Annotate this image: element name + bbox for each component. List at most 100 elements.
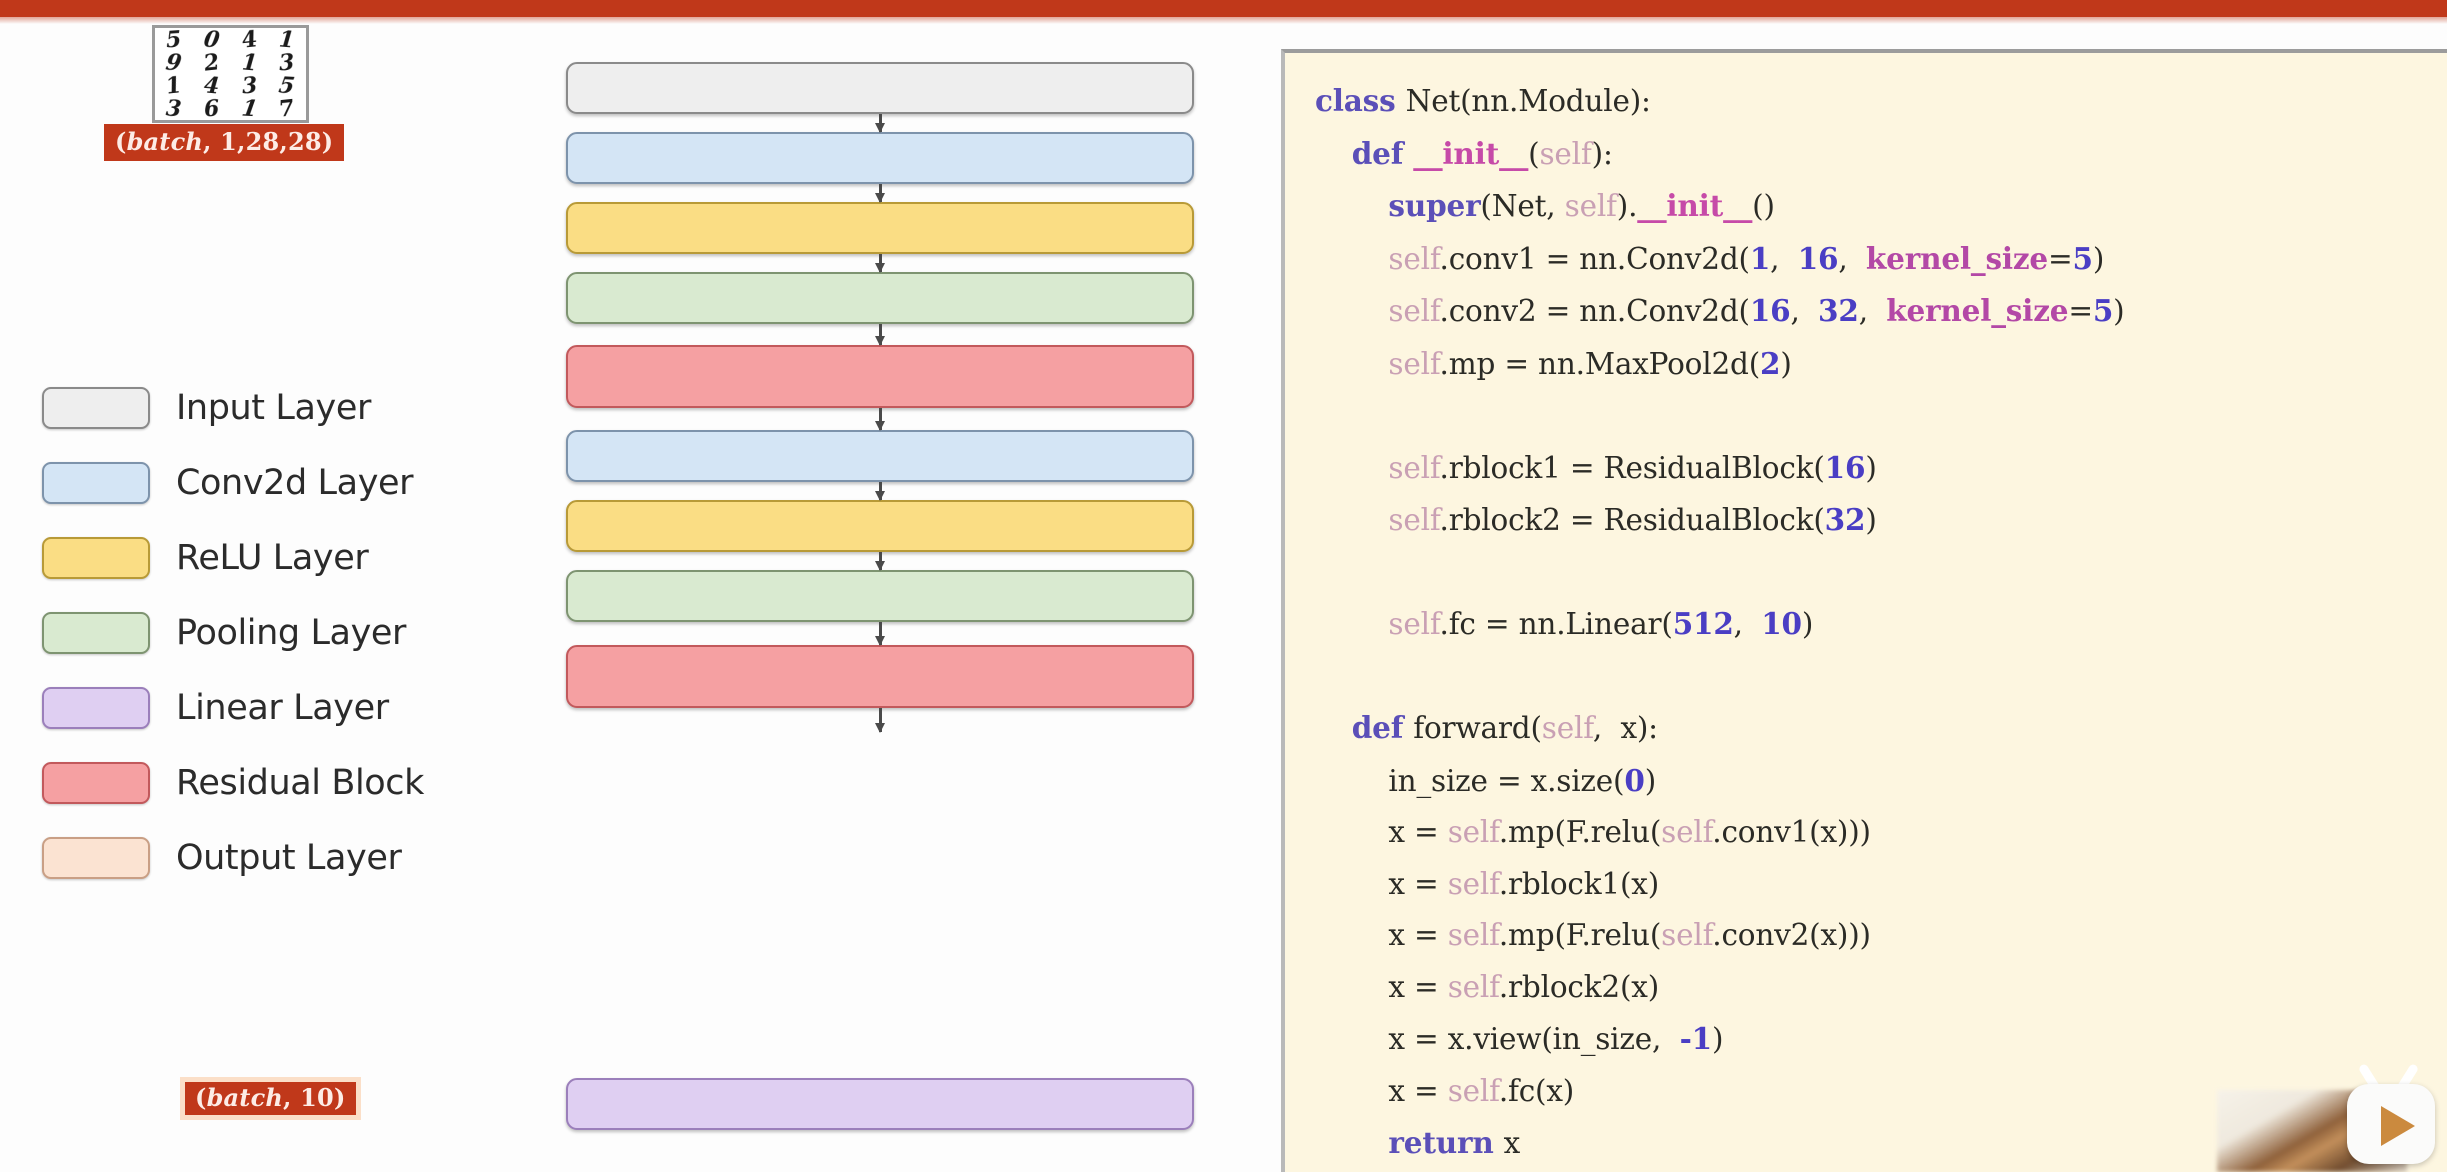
- python-source-code: class Net(nn.Module): def __init__(self)…: [1315, 75, 2447, 1170]
- code-token-plain: ): [1865, 503, 1877, 537]
- mnist-digit: 3: [278, 48, 296, 77]
- flow-box-residual-block: [566, 645, 1194, 708]
- code-token-slf: self: [1564, 189, 1617, 223]
- code-token-plain: ): [1644, 763, 1657, 798]
- legend-swatch-icon: [42, 612, 150, 654]
- code-token-plain: ).: [1616, 189, 1638, 223]
- code-token-num: 10: [1761, 606, 1802, 641]
- code-token-kw: def: [1351, 710, 1414, 745]
- code-token-plain: x =: [1315, 969, 1448, 1004]
- legend-item-label: Pooling Layer: [176, 613, 407, 653]
- top-accent-bar-glow: [0, 17, 2447, 24]
- flow-arrow: [875, 184, 885, 203]
- legend-item-linear-layer: Linear Layer: [42, 679, 502, 737]
- flow-box-input-layer: [566, 62, 1194, 114]
- code-token-plain: x: [1503, 1126, 1521, 1160]
- flow-arrow: [875, 408, 885, 431]
- code-token-plain: x =: [1315, 866, 1448, 901]
- code-token-num: 32: [1824, 502, 1866, 537]
- code-token-num: 16: [1797, 240, 1839, 276]
- bilibili-logo-watermark: [2217, 1062, 2441, 1172]
- legend-item-label: ReLU Layer: [176, 538, 369, 578]
- top-accent-bar: [0, 0, 2447, 17]
- code-line: self.fc = nn.Linear(512, 10): [1315, 598, 2447, 651]
- legend-item-label: Linear Layer: [176, 688, 389, 728]
- code-token-num: 512: [1672, 606, 1734, 641]
- code-token-plain: .mp(F.relu(: [1498, 815, 1662, 849]
- flow-box-relu-layer: [566, 202, 1194, 254]
- legend-swatch-icon: [42, 687, 150, 729]
- code-token-slf: self: [1661, 918, 1713, 952]
- code-line: def forward(self, x):: [1315, 702, 2447, 755]
- code-token-slf: self: [1447, 918, 1499, 952]
- code-token-num: 32: [1818, 293, 1859, 328]
- flow-box-residual-block: [566, 345, 1194, 408]
- code-token-slf: self: [1661, 815, 1713, 849]
- mnist-digit: 5: [165, 25, 183, 54]
- code-token-plain: =: [2068, 294, 2093, 328]
- code-token-dun: __init__: [1637, 188, 1753, 223]
- code-panel[interactable]: class Net(nn.Module): def __init__(self)…: [1281, 49, 2447, 1172]
- legend-item-residual-block: Residual Block: [42, 754, 502, 812]
- code-token-slf: self: [1539, 136, 1592, 171]
- flow-arrow: [875, 254, 885, 273]
- legend-swatch-icon: [42, 537, 150, 579]
- flow-box-relu-layer: [566, 500, 1194, 552]
- mnist-digit: 1: [239, 95, 260, 122]
- code-token-plain: ): [1711, 1022, 1724, 1056]
- code-line: x = x.view(in_size, -1): [1315, 1013, 2447, 1066]
- code-token-plain: ,: [1790, 294, 1819, 328]
- code-token-num: -1: [1679, 1021, 1713, 1056]
- legend-item-conv2d-layer: Conv2d Layer: [42, 454, 502, 512]
- mnist-digit: 3: [165, 94, 183, 123]
- code-token-plain: .mp = nn.MaxPool2d(: [1439, 346, 1761, 381]
- code-token-num: 2: [1760, 345, 1781, 381]
- mnist-digit: 1: [240, 48, 259, 77]
- architecture-flow-diagram: [566, 0, 1206, 1172]
- input-shape-badge: (batch, 1,28,28): [104, 124, 345, 162]
- code-token-kw: super: [1388, 188, 1481, 223]
- mnist-digit: 2: [201, 48, 222, 77]
- code-token-num: 5: [2092, 293, 2114, 328]
- code-token-plain: x =: [1315, 918, 1448, 952]
- legend-item-relu-layer: ReLU Layer: [42, 529, 502, 587]
- code-token-plain: .conv2 = nn.Conv2d(: [1439, 294, 1751, 328]
- code-token-plain: in_size = x.size(: [1315, 763, 1625, 798]
- flow-box-conv2d-layer: [566, 430, 1194, 482]
- mnist-digit: 5: [277, 72, 297, 99]
- code-token-plain: .conv1 = nn.Conv2d(: [1439, 241, 1751, 276]
- mnist-digit: 1: [163, 71, 184, 100]
- legend-swatch-icon: [42, 837, 150, 879]
- legend-item-pooling-layer: Pooling Layer: [42, 604, 502, 662]
- legend-swatch-icon: [42, 387, 150, 429]
- code-token-plain: .rblock1 = ResidualBlock(: [1439, 450, 1825, 485]
- code-token-slf: self: [1388, 503, 1440, 537]
- mnist-digit: 4: [202, 71, 221, 100]
- output-shape-italic: batch: [206, 1083, 284, 1112]
- code-line: x = self.rblock1(x): [1315, 859, 2447, 911]
- code-token-kw: def: [1351, 135, 1414, 171]
- code-token-plain: ,: [1733, 607, 1762, 641]
- code-token-plain: .rblock1(x): [1498, 866, 1660, 901]
- mnist-digit-grid: 5041921314353617: [152, 25, 309, 123]
- code-token-plain: ):: [1591, 136, 1613, 171]
- flow-box-linear-layer: [566, 1078, 1194, 1130]
- code-token-num: 0: [1624, 762, 1645, 798]
- code-token-slf: self: [1447, 866, 1499, 901]
- output-shape-badge: (batch, 10): [180, 1077, 361, 1121]
- code-token-num: 16: [1824, 449, 1866, 485]
- code-line: x = self.mp(F.relu(self.conv2(x))): [1315, 910, 2447, 962]
- code-token-kwarg: kernel_size: [1886, 293, 2069, 328]
- code-token-slf: self: [1388, 241, 1440, 276]
- play-triangle-icon: [2381, 1106, 2415, 1146]
- code-token-plain: =: [2047, 241, 2073, 276]
- code-token-slf: self: [1388, 607, 1440, 641]
- code-line: super(Net, self).__init__(): [1315, 180, 2447, 233]
